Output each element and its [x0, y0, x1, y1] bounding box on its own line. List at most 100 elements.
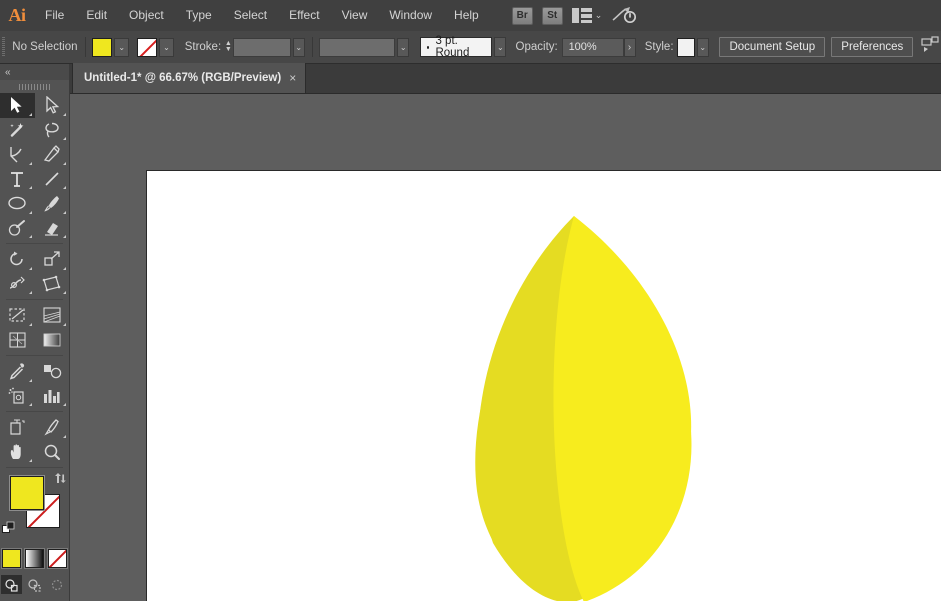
document-tab-title: Untitled-1* @ 66.67% (RGB/Preview)	[84, 72, 282, 84]
divider	[6, 411, 63, 412]
tool-corner-marker	[63, 161, 66, 165]
menu-effect[interactable]: Effect	[278, 0, 330, 31]
opacity-input[interactable]: 100%	[561, 37, 624, 57]
pen-tool[interactable]	[0, 142, 35, 167]
shaper-tool[interactable]	[0, 216, 35, 241]
menu-type[interactable]: Type	[175, 0, 223, 31]
symbol-sprayer-tool[interactable]	[0, 384, 35, 409]
stroke-profile-chevron-icon[interactable]: ⌄	[397, 37, 410, 57]
collapse-panel-icon[interactable]: «	[5, 67, 10, 78]
rotate-tool[interactable]	[0, 247, 35, 272]
stroke-weight-stepper[interactable]: ▲ ▼	[224, 38, 232, 57]
color-mode-button[interactable]	[2, 549, 21, 568]
menu-bar: Ai File Edit Object Type Select Effect V…	[0, 0, 941, 31]
preferences-button[interactable]: Preferences	[831, 37, 914, 57]
stock-icon[interactable]: St	[541, 6, 563, 25]
fill-swatch[interactable]	[92, 37, 113, 57]
tools-panel-grip[interactable]	[0, 80, 69, 93]
eraser-tool[interactable]	[35, 216, 70, 241]
mesh-tool[interactable]	[0, 328, 35, 353]
stroke-profile-input[interactable]	[319, 37, 396, 57]
default-fill-stroke-icon[interactable]	[2, 521, 16, 540]
artboard[interactable]	[146, 170, 941, 601]
tool-corner-marker	[28, 210, 32, 214]
hand-tool[interactable]	[0, 440, 35, 465]
opacity-expand-icon[interactable]: ›	[623, 37, 636, 57]
menu-help[interactable]: Help	[443, 0, 490, 31]
close-icon[interactable]: ×	[289, 72, 296, 84]
style-chevron-icon[interactable]: ⌄	[696, 37, 709, 57]
tool-corner-marker	[63, 403, 66, 406]
artwork-lemon-shape[interactable]	[147, 171, 941, 601]
type-tool[interactable]	[0, 167, 35, 192]
document-tab[interactable]: Untitled-1* @ 66.67% (RGB/Preview) ×	[72, 63, 307, 93]
draw-behind-button[interactable]	[24, 575, 45, 594]
color-mode-buttons	[0, 544, 69, 571]
brush-definition-select[interactable]: 3 pt. Round	[419, 35, 493, 59]
slice-tool[interactable]	[35, 415, 70, 440]
perspective-grid-tool[interactable]	[35, 303, 70, 328]
magic-wand-tool[interactable]	[0, 118, 35, 143]
eyedropper-tool[interactable]	[0, 359, 35, 384]
fill-stroke-widget	[0, 472, 69, 544]
width-tool[interactable]	[0, 272, 35, 297]
bridge-icon[interactable]: Br	[511, 6, 533, 25]
stroke-weight-chevron-icon[interactable]: ⌄	[292, 37, 305, 57]
control-bar-grip[interactable]	[0, 31, 6, 64]
arrange-documents-icon	[571, 8, 592, 23]
document-setup-button[interactable]: Document Setup	[719, 37, 826, 57]
ellipse-tool[interactable]	[0, 191, 35, 216]
menu-window[interactable]: Window	[378, 0, 443, 31]
tool-corner-marker	[28, 403, 32, 406]
brush-dot-icon	[426, 45, 430, 49]
stroke-dropdown-chevron-icon[interactable]: ⌄	[158, 37, 174, 57]
search-adobe-stock-icon[interactable]	[611, 6, 637, 26]
zoom-tool[interactable]	[35, 440, 70, 465]
align-panel-icon[interactable]	[921, 35, 941, 59]
tool-corner-marker	[28, 112, 32, 116]
app-logo-icon: Ai	[8, 5, 27, 25]
stepper-down-icon[interactable]: ▼	[225, 46, 232, 53]
gradient-mode-button[interactable]	[25, 549, 44, 568]
selection-tool[interactable]	[0, 93, 35, 118]
menu-select[interactable]: Select	[223, 0, 278, 31]
arrange-documents-button[interactable]: ⌄	[571, 8, 602, 23]
draw-inside-button[interactable]	[47, 575, 68, 594]
canvas-area[interactable]	[70, 94, 941, 601]
gradient-tool[interactable]	[35, 328, 70, 353]
direct-selection-tool[interactable]	[35, 93, 70, 118]
fill-color-indicator[interactable]	[10, 476, 44, 510]
tool-corner-marker	[63, 291, 66, 294]
paintbrush-tool[interactable]	[35, 191, 70, 216]
menu-file[interactable]: File	[34, 0, 75, 31]
column-graph-tool[interactable]	[35, 384, 70, 409]
tool-corner-marker	[28, 161, 32, 165]
tool-group-selection	[0, 93, 69, 142]
tools-panel-header: «	[0, 64, 69, 80]
swap-fill-stroke-icon[interactable]	[54, 472, 67, 488]
artboard-tool[interactable]	[0, 415, 35, 440]
blend-tool[interactable]	[35, 359, 70, 384]
brush-definition-chevron-icon[interactable]: ⌄	[494, 37, 507, 57]
divider	[6, 299, 63, 300]
curvature-tool[interactable]	[35, 142, 70, 167]
divider	[6, 355, 63, 356]
control-bar: No Selection ⌄ ⌄ Stroke: ▲ ▼ ⌄ ⌄ 3 pt. R…	[0, 31, 941, 64]
lasso-tool[interactable]	[35, 118, 70, 143]
scale-tool[interactable]	[35, 247, 70, 272]
fill-color-control[interactable]: ⌄	[92, 37, 130, 57]
free-transform-tool[interactable]	[35, 272, 70, 297]
line-segment-tool[interactable]	[35, 167, 70, 192]
shape-builder-tool[interactable]	[0, 303, 35, 328]
draw-normal-button[interactable]	[1, 575, 22, 594]
menu-edit[interactable]: Edit	[75, 0, 118, 31]
graphic-style-swatch[interactable]	[677, 37, 695, 57]
stroke-color-control[interactable]: ⌄	[136, 37, 174, 57]
fill-dropdown-chevron-icon[interactable]: ⌄	[114, 37, 130, 57]
menu-object[interactable]: Object	[118, 0, 175, 31]
stroke-swatch[interactable]	[136, 37, 157, 57]
tool-group-drawing	[0, 142, 69, 240]
stroke-weight-input[interactable]	[232, 37, 291, 57]
none-mode-button[interactable]	[48, 549, 67, 568]
menu-view[interactable]: View	[331, 0, 379, 31]
